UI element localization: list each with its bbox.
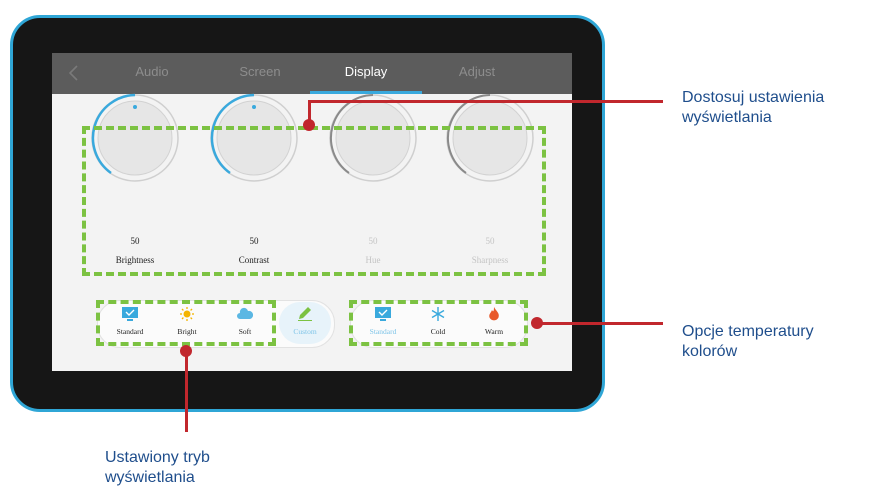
tab-audio[interactable]: Audio	[122, 64, 182, 79]
display-mode-highlight	[96, 300, 276, 346]
tab-bar: Audio Screen Display Adjust	[52, 53, 572, 94]
callout-line-display-horizontal	[308, 100, 663, 103]
callout-line-temperature	[538, 322, 663, 325]
callout-text-color-temperature: Opcje temperatury kolorów	[682, 323, 814, 360]
callout-line-display-mode	[185, 352, 188, 432]
display-settings-highlight	[82, 126, 546, 276]
tab-display[interactable]: Display	[331, 64, 401, 79]
callout-text-display-mode: Ustawiony tryb wyświetlania	[105, 449, 210, 486]
callout-dot-color-temperature	[531, 317, 543, 329]
color-temperature-highlight	[349, 300, 528, 346]
back-arrow-icon[interactable]	[66, 64, 82, 82]
mode-custom-button[interactable]: Custom	[280, 306, 330, 342]
pencil-icon	[298, 307, 312, 321]
mode-custom-label: Custom	[293, 327, 317, 336]
callout-dot-display-settings	[303, 119, 315, 131]
callout-text-display-settings: Dostosuj ustawienia wyświetlania	[682, 89, 825, 126]
tab-adjust[interactable]: Adjust	[447, 64, 507, 79]
callout-dot-display-mode	[180, 345, 192, 357]
tab-screen[interactable]: Screen	[225, 64, 295, 79]
